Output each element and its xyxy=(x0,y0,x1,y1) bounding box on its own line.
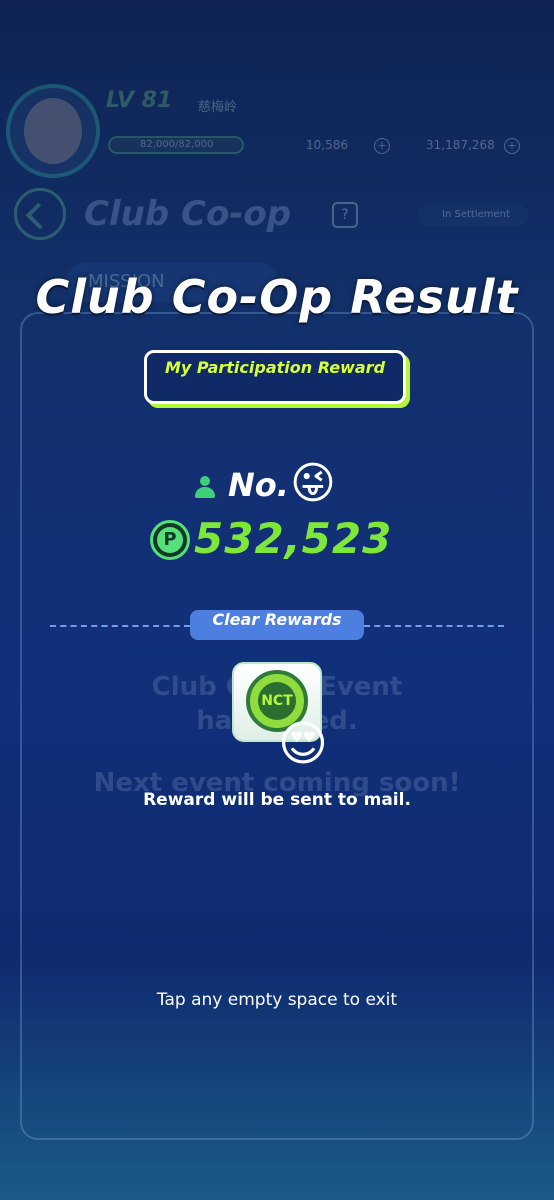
help-icon[interactable]: ? xyxy=(332,202,358,228)
result-title: Club Co-Op Result xyxy=(35,270,519,324)
points-value: 532,523 xyxy=(194,514,393,563)
settlement-badge: In Settlement xyxy=(418,204,528,226)
divider-right xyxy=(364,625,504,627)
points-coin-icon: P xyxy=(150,520,190,560)
exit-hint[interactable]: Tap any empty space to exit xyxy=(0,990,554,1010)
person-icon xyxy=(194,476,216,500)
player-avatar xyxy=(6,84,100,178)
heart-eyes-emoji-icon: 😍 xyxy=(278,716,329,772)
xp-text: 82,000/82,000 xyxy=(140,139,214,150)
player-level: LV 81 xyxy=(106,88,173,113)
xp-bar: 82,000/82,000 xyxy=(108,136,244,154)
mail-notice: Reward will be sent to mail. xyxy=(143,790,411,810)
player-name: 慈梅岭 xyxy=(198,100,238,115)
participation-reward-label: My Participation Reward xyxy=(144,350,406,404)
add-gems-icon[interactable]: + xyxy=(374,138,390,154)
rank-label: No. xyxy=(228,466,289,504)
winking-tongue-emoji-icon: 😜 xyxy=(290,458,336,509)
coin-count: 31,187,268 xyxy=(426,138,495,152)
clear-rewards-label: Clear Rewards xyxy=(190,610,364,640)
divider-left xyxy=(50,625,190,627)
screen-title: Club Co-op xyxy=(84,194,292,234)
add-coins-icon[interactable]: + xyxy=(504,138,520,154)
gem-count: 10,586 xyxy=(306,138,348,152)
back-arrow-icon[interactable] xyxy=(14,188,66,240)
